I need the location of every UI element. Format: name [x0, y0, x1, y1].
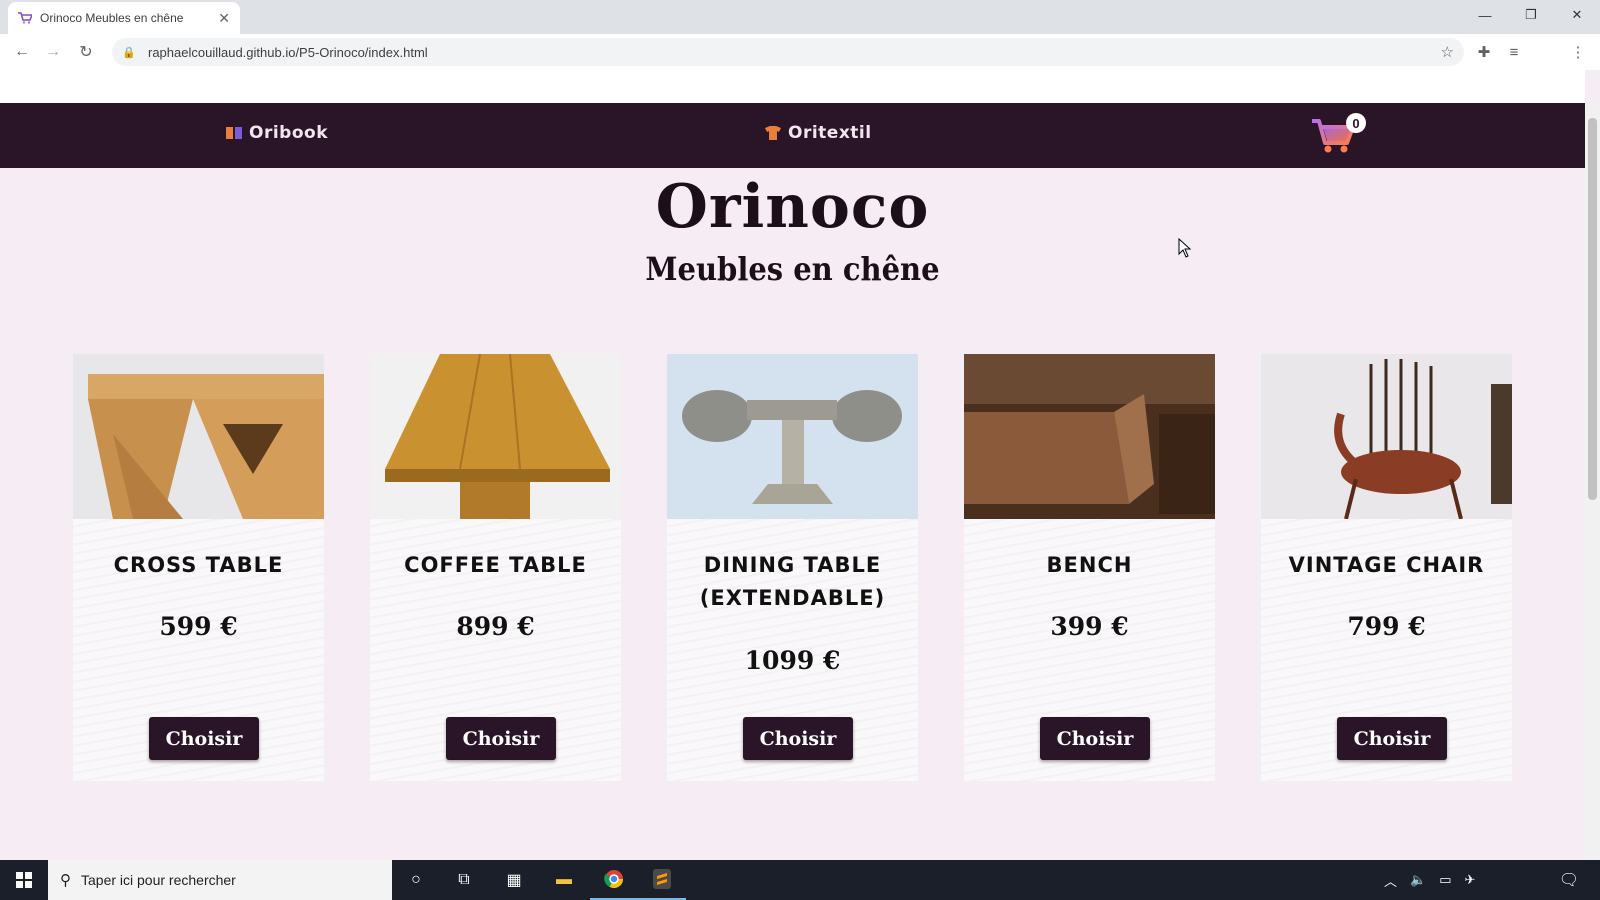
- site-navbar: Oribook Oritextil 0: [0, 103, 1585, 168]
- tab-close-icon[interactable]: ✕: [218, 10, 230, 27]
- product-name: VINTAGE CHAIR: [1288, 553, 1485, 577]
- page-top-spacer: [0, 70, 1585, 103]
- vintage-chair-image: [1261, 354, 1512, 519]
- product-name: DINING TABLE (EXTENDABLE): [699, 553, 886, 610]
- product-card[interactable]: BENCH 399 € Choisir: [964, 354, 1215, 781]
- product-price: 1099 €: [744, 646, 841, 675]
- cross-table-image: [73, 354, 324, 519]
- chrome-icon[interactable]: [590, 860, 638, 900]
- book-icon: [226, 127, 242, 139]
- media-control-icon[interactable]: ≡: [1502, 40, 1526, 64]
- site-title: Orinoco: [655, 172, 930, 242]
- window-close-icon[interactable]: ✕: [1554, 0, 1600, 30]
- volume-icon[interactable]: 🔈: [1410, 872, 1426, 888]
- notifications-icon[interactable]: 🗨: [1545, 860, 1593, 900]
- search-placeholder: Taper ici pour rechercher: [81, 872, 236, 888]
- windows-taskbar: ⚲ Taper ici pour rechercher ○ ⧉ ▦ ▬ ︿ 🔈 …: [0, 860, 1600, 900]
- extensions-icon[interactable]: ✚: [1472, 40, 1496, 64]
- product-price: 599 €: [159, 612, 238, 641]
- browser-tab[interactable]: Orinoco Meubles en chêne ✕: [8, 2, 240, 34]
- windows-start-icon[interactable]: [0, 860, 48, 900]
- sublime-text-icon[interactable]: [638, 860, 686, 900]
- browser-tab-strip: Orinoco Meubles en chêne ✕ — ❐ ✕: [0, 0, 1600, 34]
- choose-button[interactable]: Choisir: [743, 717, 853, 760]
- product-price: 799 €: [1347, 612, 1426, 641]
- product-name: BENCH: [1046, 553, 1133, 577]
- address-bar[interactable]: 🔒 raphaelcouillaud.github.io/P5-Orinoco/…: [112, 38, 1464, 66]
- cart-count-badge: 0: [1346, 113, 1366, 133]
- product-card[interactable]: DINING TABLE (EXTENDABLE) 1099 € Choisir: [667, 354, 918, 781]
- nav-link-label: Oritextil: [788, 123, 872, 143]
- choose-button[interactable]: Choisir: [1040, 717, 1150, 760]
- product-price: 899 €: [456, 612, 535, 641]
- coffee-table-image: [370, 354, 621, 519]
- battery-icon[interactable]: ▭: [1439, 872, 1451, 888]
- system-tray: ︿ 🔈 ▭ ✈: [1384, 860, 1475, 900]
- choose-button[interactable]: Choisir: [1337, 717, 1447, 760]
- browser-toolbar: ← → ↻ 🔒 raphaelcouillaud.github.io/P5-Or…: [0, 34, 1600, 70]
- browser-menu-icon[interactable]: ⋮: [1566, 40, 1590, 64]
- file-explorer-icon[interactable]: ▬: [540, 860, 588, 900]
- product-card[interactable]: COFFEE TABLE 899 € Choisir: [370, 354, 621, 781]
- back-icon[interactable]: ←: [6, 36, 38, 68]
- product-card[interactable]: CROSS TABLE 599 € Choisir: [73, 354, 324, 781]
- cortana-icon[interactable]: ○: [392, 860, 440, 900]
- scrollbar-thumb[interactable]: [1588, 118, 1597, 500]
- url-text: raphaelcouillaud.github.io/P5-Orinoco/in…: [148, 44, 428, 60]
- lock-icon: 🔒: [122, 46, 136, 59]
- reload-icon[interactable]: ↻: [70, 36, 102, 68]
- site-subtitle: Meubles en chêne: [645, 250, 940, 288]
- nav-link-oritextil[interactable]: Oritextil: [764, 123, 872, 143]
- network-icon[interactable]: ✈: [1465, 872, 1476, 888]
- tshirt-icon: [765, 126, 781, 140]
- nav-link-oribook[interactable]: Oribook: [225, 123, 328, 143]
- product-price: 399 €: [1050, 612, 1129, 641]
- dining-table-image: [667, 354, 918, 519]
- product-card[interactable]: VINTAGE CHAIR 799 € Choisir: [1261, 354, 1512, 781]
- cart-favicon-icon: [18, 11, 32, 25]
- minimize-icon[interactable]: —: [1462, 0, 1508, 30]
- product-name: CROSS TABLE: [113, 553, 284, 577]
- mouse-cursor-icon: [1178, 238, 1192, 258]
- search-icon: ⚲: [60, 872, 71, 889]
- cart-button[interactable]: 0: [1310, 113, 1370, 158]
- bookmark-star-icon[interactable]: ☆: [1441, 43, 1454, 61]
- restore-icon[interactable]: ❐: [1508, 0, 1554, 30]
- product-name: COFFEE TABLE: [404, 553, 587, 577]
- task-view-icon[interactable]: ⧉: [440, 860, 488, 900]
- tab-title: Orinoco Meubles en chêne: [40, 11, 184, 25]
- forward-icon[interactable]: →: [37, 36, 69, 68]
- choose-button[interactable]: Choisir: [446, 717, 556, 760]
- calculator-icon[interactable]: ▦: [490, 860, 538, 900]
- tray-chevron-icon[interactable]: ︿: [1384, 871, 1397, 890]
- nav-link-label: Oribook: [249, 123, 328, 143]
- choose-button[interactable]: Choisir: [149, 717, 259, 760]
- taskbar-search-box[interactable]: ⚲ Taper ici pour rechercher: [48, 860, 392, 900]
- bench-image: [964, 354, 1215, 519]
